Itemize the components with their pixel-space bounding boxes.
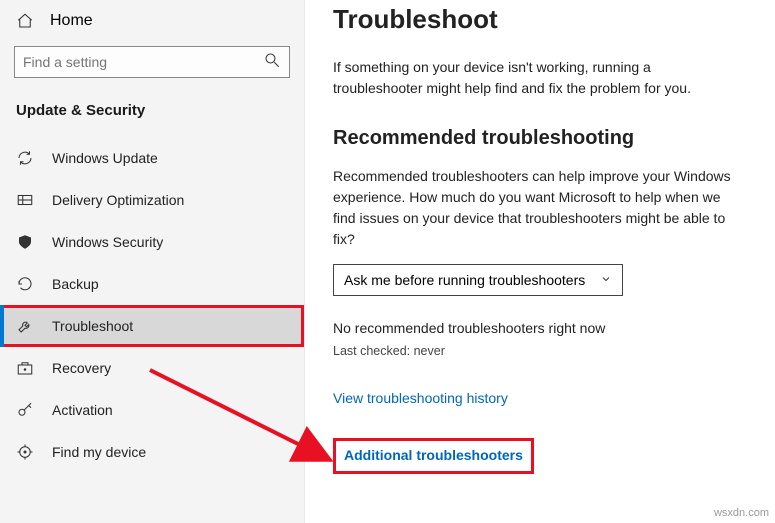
sync-icon — [16, 149, 34, 167]
sidebar-item-label: Find my device — [52, 444, 146, 460]
sidebar-item-label: Windows Security — [52, 234, 163, 250]
settings-sidebar: Home Update & Security Windows Update De… — [0, 0, 305, 523]
delivery-icon — [16, 191, 34, 209]
chevron-down-icon — [600, 272, 612, 288]
additional-troubleshooters-link[interactable]: Additional troubleshooters — [344, 447, 523, 463]
watermark: wsxdn.com — [714, 507, 769, 519]
status-text: No recommended troubleshooters right now — [333, 320, 747, 336]
intro-text: If something on your device isn't workin… — [333, 57, 743, 99]
search-input[interactable] — [23, 54, 263, 70]
sidebar-item-label: Backup — [52, 276, 99, 292]
sidebar-item-recovery[interactable]: Recovery — [0, 347, 304, 389]
search-container — [0, 42, 304, 86]
key-icon — [16, 401, 34, 419]
home-label: Home — [50, 12, 93, 30]
shield-icon — [16, 233, 34, 251]
home-icon — [16, 12, 34, 30]
backup-icon — [16, 275, 34, 293]
location-icon — [16, 443, 34, 461]
sidebar-item-label: Delivery Optimization — [52, 192, 184, 208]
troubleshooter-pref-dropdown[interactable]: Ask me before running troubleshooters — [333, 264, 623, 296]
additional-troubleshooters-highlight: Additional troubleshooters — [333, 438, 534, 474]
sidebar-item-windows-update[interactable]: Windows Update — [0, 137, 304, 179]
page-title: Troubleshoot — [333, 4, 747, 35]
dropdown-value: Ask me before running troubleshooters — [344, 272, 585, 288]
home-nav[interactable]: Home — [0, 0, 304, 42]
search-input-wrap[interactable] — [14, 46, 290, 78]
recovery-icon — [16, 359, 34, 377]
search-icon — [263, 51, 281, 74]
nav-list: Windows Update Delivery Optimization Win… — [0, 137, 304, 473]
sidebar-item-find-my-device[interactable]: Find my device — [0, 431, 304, 473]
main-content: Troubleshoot If something on your device… — [305, 0, 775, 523]
last-checked-text: Last checked: never — [333, 344, 747, 358]
sidebar-item-label: Recovery — [52, 360, 111, 376]
sidebar-item-activation[interactable]: Activation — [0, 389, 304, 431]
recommended-description: Recommended troubleshooters can help imp… — [333, 166, 743, 250]
sidebar-item-label: Activation — [52, 402, 113, 418]
sidebar-item-backup[interactable]: Backup — [0, 263, 304, 305]
sidebar-item-label: Troubleshoot — [52, 318, 133, 334]
recommended-heading: Recommended troubleshooting — [333, 127, 747, 150]
sidebar-item-troubleshoot[interactable]: Troubleshoot — [0, 305, 304, 347]
view-history-link[interactable]: View troubleshooting history — [333, 390, 508, 406]
sidebar-item-windows-security[interactable]: Windows Security — [0, 221, 304, 263]
wrench-icon — [16, 317, 34, 335]
sidebar-item-label: Windows Update — [52, 150, 158, 166]
sidebar-item-delivery-optimization[interactable]: Delivery Optimization — [0, 179, 304, 221]
category-header: Update & Security — [0, 86, 304, 137]
